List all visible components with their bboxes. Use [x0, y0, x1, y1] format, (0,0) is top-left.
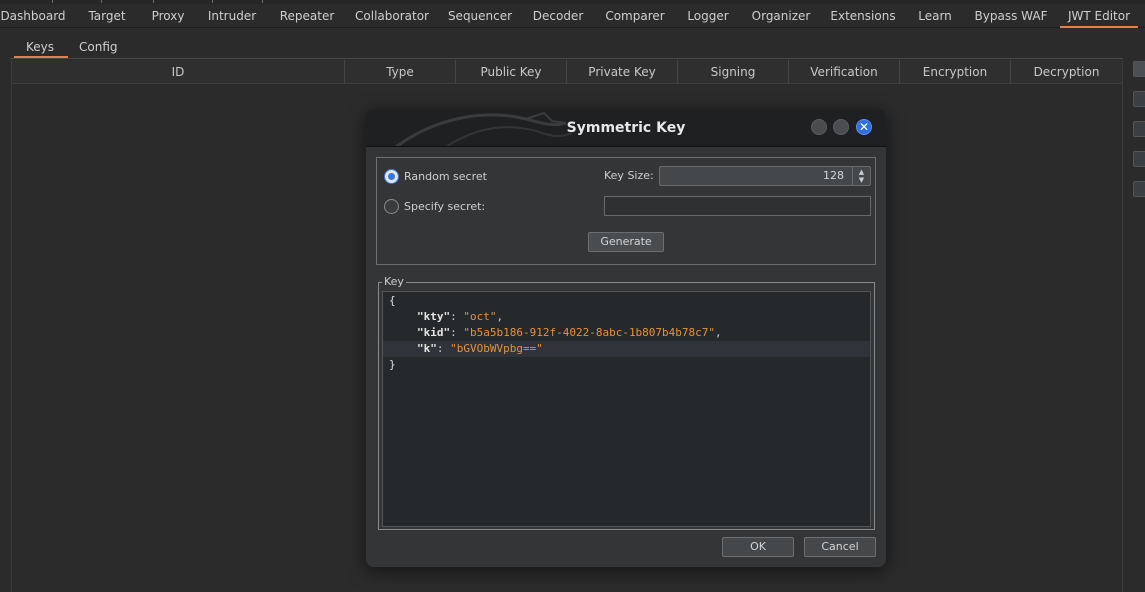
- key-size-value: 128: [823, 169, 844, 182]
- key-group-label: Key: [382, 275, 406, 288]
- tab-logger[interactable]: Logger: [687, 4, 728, 28]
- side-action-button[interactable]: [1133, 151, 1145, 167]
- tab-bypass-waf[interactable]: Bypass WAF: [975, 4, 1048, 28]
- ok-button[interactable]: OK: [722, 537, 794, 557]
- json-k-key: "k": [417, 342, 437, 355]
- dialog-title-bar[interactable]: Symmetric Key ✕: [366, 109, 886, 147]
- random-secret-option[interactable]: Random secret: [384, 167, 487, 185]
- clipped-mark: [262, 0, 263, 3]
- close-icon: ✕: [858, 120, 870, 134]
- column-header-decryption[interactable]: Decryption: [1011, 60, 1122, 84]
- specify-secret-radio[interactable]: [384, 198, 399, 214]
- key-size-spinner[interactable]: 128 ▲ ▼: [659, 166, 871, 186]
- symmetric-key-dialog: Symmetric Key ✕ Random secret Specify se…: [366, 109, 886, 567]
- sub-tab-divider: [10, 58, 1123, 59]
- cancel-button[interactable]: Cancel: [804, 537, 876, 557]
- maximize-button[interactable]: [833, 119, 849, 135]
- tab-sequencer[interactable]: Sequencer: [448, 4, 512, 28]
- clipped-mark: [101, 0, 102, 3]
- tab-learn[interactable]: Learn: [918, 4, 952, 28]
- random-secret-label: Random secret: [404, 169, 487, 183]
- tab-extensions[interactable]: Extensions: [830, 4, 895, 28]
- tab-comparer[interactable]: Comparer: [605, 4, 664, 28]
- side-action-button[interactable]: [1133, 181, 1145, 197]
- json-kty-value: "oct": [463, 310, 497, 323]
- specify-secret-label: Specify secret:: [404, 199, 486, 213]
- keys-table-header: ID Type Public Key Private Key Signing V…: [12, 60, 1122, 84]
- clipped-mark: [153, 0, 154, 3]
- json-line-open: {: [389, 293, 876, 309]
- column-header-id[interactable]: ID: [12, 60, 345, 84]
- sub-tab-bar: Keys Config: [10, 36, 1145, 58]
- side-action-button[interactable]: [1133, 121, 1145, 137]
- column-header-public-key[interactable]: Public Key: [456, 60, 567, 84]
- column-header-type[interactable]: Type: [345, 60, 456, 84]
- json-kid-value: "b5a5b186-912f-4022-8abc-1b807b4b78c7": [463, 326, 716, 339]
- spinner-arrows-icon[interactable]: ▲ ▼: [852, 167, 870, 185]
- key-json-editor[interactable]: { "kty": "oct", "kid": "b5a5b186-912f-40…: [382, 291, 871, 527]
- json-line-k: "k": "bGVObWVpbg==": [383, 341, 870, 357]
- tab-jwt-editor[interactable]: JWT Editor: [1059, 4, 1139, 28]
- tab-intruder[interactable]: Intruder: [208, 4, 256, 28]
- json-open-brace: {: [389, 294, 396, 307]
- tab-organizer[interactable]: Organizer: [752, 4, 811, 28]
- json-close-brace: }: [389, 358, 396, 371]
- tab-target[interactable]: Target: [88, 4, 125, 28]
- tab-dashboard[interactable]: Dashboard: [0, 4, 65, 28]
- generate-button[interactable]: Generate: [588, 232, 664, 252]
- tab-config[interactable]: Config: [79, 36, 118, 58]
- column-header-verification[interactable]: Verification: [789, 60, 900, 84]
- secret-generation-panel: Random secret Specify secret: Key Size: …: [376, 157, 876, 265]
- close-button[interactable]: ✕: [856, 119, 872, 135]
- json-kid-key: "kid": [417, 326, 451, 339]
- specify-secret-input[interactable]: [604, 196, 871, 216]
- tab-repeater[interactable]: Repeater: [280, 4, 335, 28]
- key-size-label: Key Size:: [604, 169, 654, 182]
- burp-window: Dashboard Target Proxy Intruder Repeater…: [0, 0, 1145, 592]
- side-action-button[interactable]: [1133, 91, 1145, 107]
- json-k-value: "bGVObWVpbg==": [450, 342, 543, 355]
- random-secret-radio[interactable]: [384, 168, 399, 184]
- json-line-close: }: [389, 357, 876, 373]
- column-header-encryption[interactable]: Encryption: [900, 60, 1011, 84]
- clipped-mark: [212, 0, 213, 3]
- dialog-title: Symmetric Key: [566, 120, 686, 136]
- tab-proxy[interactable]: Proxy: [152, 4, 185, 28]
- json-line-kty: "kty": "oct",: [417, 310, 504, 323]
- column-header-private-key[interactable]: Private Key: [567, 60, 678, 84]
- tab-collaborator[interactable]: Collaborator: [355, 4, 429, 28]
- json-line-kid: "kid": "b5a5b186-912f-4022-8abc-1b807b4b…: [417, 326, 722, 339]
- key-group: Key { "kty": "oct", "kid": "b5a5b186-912…: [378, 275, 875, 530]
- json-kty-key: "kty": [417, 310, 451, 323]
- main-tab-bar: Dashboard Target Proxy Intruder Repeater…: [0, 4, 1145, 28]
- minimize-button[interactable]: [811, 119, 827, 135]
- specify-secret-option[interactable]: Specify secret:: [384, 197, 485, 215]
- clipped-mark: [52, 0, 53, 3]
- column-header-signing[interactable]: Signing: [678, 60, 789, 84]
- side-action-button[interactable]: [1133, 61, 1145, 77]
- tab-decoder[interactable]: Decoder: [533, 4, 584, 28]
- tab-keys[interactable]: Keys: [13, 36, 69, 58]
